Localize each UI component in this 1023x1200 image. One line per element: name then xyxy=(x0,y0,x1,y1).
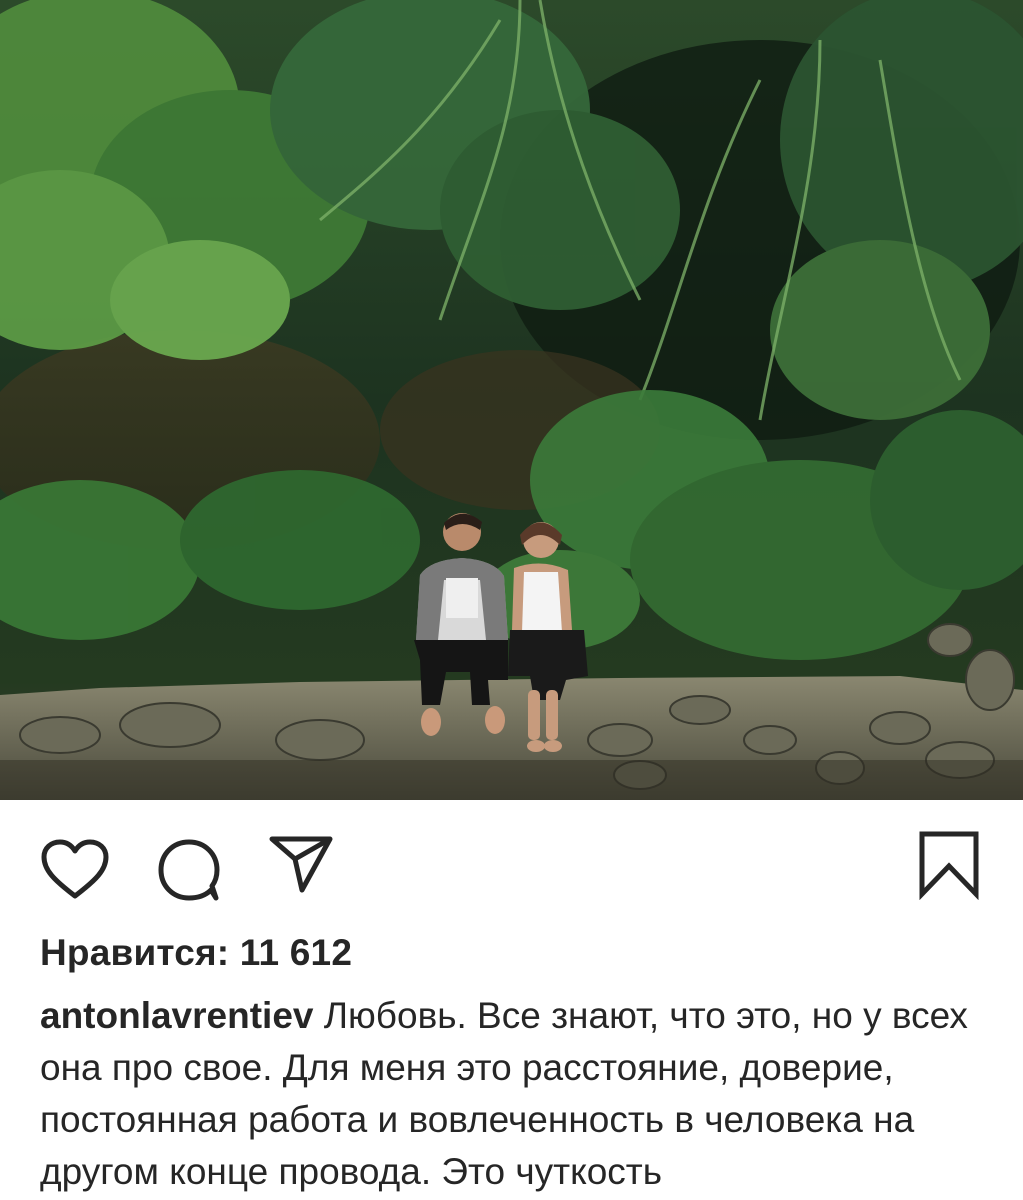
like-button[interactable] xyxy=(40,838,110,900)
likes-count[interactable]: Нравится: 11 612 xyxy=(40,932,352,974)
paper-plane-icon xyxy=(269,836,333,893)
post-actions-bar xyxy=(0,800,1023,920)
post-photo[interactable] xyxy=(0,0,1023,800)
heart-icon xyxy=(41,839,109,899)
comment-bubble-icon xyxy=(158,839,220,901)
share-button[interactable] xyxy=(268,834,334,894)
save-button[interactable] xyxy=(917,830,981,900)
post-caption: antonlavrentiev Любовь. Все знают, что э… xyxy=(40,990,990,1198)
caption-username[interactable]: antonlavrentiev xyxy=(40,995,313,1036)
bookmark-icon xyxy=(919,831,979,900)
jungle-photo-illustration xyxy=(0,0,1023,800)
comment-button[interactable] xyxy=(156,838,222,902)
